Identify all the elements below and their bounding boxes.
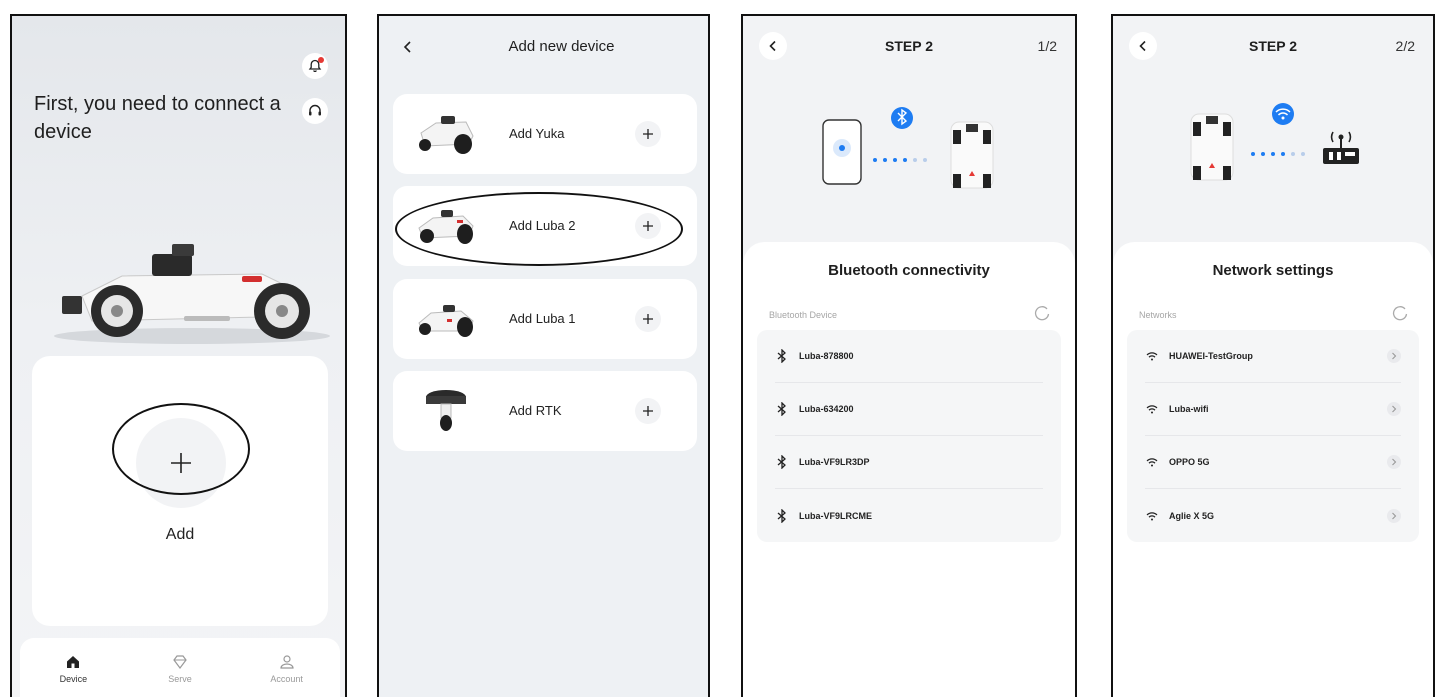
sheet-title: Network settings (1212, 262, 1334, 279)
step-counter: 2/2 (1395, 38, 1415, 54)
device-name: Luba-878800 (799, 351, 854, 361)
device-label: Add RTK (509, 403, 562, 418)
list-item[interactable]: OPPO 5G (1145, 436, 1401, 489)
network-step-screen: STEP 2 2/2 Network settings Networks HUA… (1111, 14, 1435, 697)
luba1-mower-image (418, 305, 474, 337)
bluetooth-pairing-illustration (822, 107, 994, 189)
wifi-icon (1145, 455, 1159, 469)
device-name: Luba-VF9LR3DP (799, 457, 870, 467)
bluetooth-device-list: Luba-878800 Luba-634200 Luba-VF9LR3DP Lu… (757, 330, 1061, 542)
chevron-right-icon (1387, 455, 1401, 469)
add-yuka-button[interactable] (635, 121, 661, 147)
highlight-ring (395, 192, 683, 266)
chevron-right-icon (1387, 508, 1401, 523)
add-rtk-button[interactable] (635, 398, 661, 424)
list-item[interactable]: Aglie X 5G (1145, 489, 1401, 542)
notification-dot (318, 57, 324, 63)
list-item[interactable]: Luba-VF9LR3DP (775, 436, 1043, 489)
page-title: First, you need to connect a device (34, 93, 281, 143)
rtk-station-image (426, 390, 466, 431)
device-option-rtk[interactable]: Add RTK (393, 371, 697, 451)
wifi-icon (1145, 509, 1159, 523)
list-item[interactable]: Luba-634200 (775, 383, 1043, 436)
list-item[interactable]: Luba-VF9LRCME (775, 489, 1043, 542)
add-device-screen: Add new device Add Yuka Add Luba 2 Add L… (377, 14, 710, 697)
bluetooth-icon (775, 508, 789, 523)
step-counter: 1/2 (1037, 38, 1057, 54)
bluetooth-icon (775, 402, 789, 416)
add-device-card: Add (32, 356, 328, 626)
page-title: Add new device (508, 38, 615, 55)
wifi-icon (1145, 349, 1159, 363)
network-name: HUAWEI-TestGroup (1169, 351, 1253, 361)
wifi-icon (1145, 402, 1159, 416)
add-luba1-button[interactable] (635, 306, 661, 332)
chevron-right-icon (1387, 402, 1401, 416)
list-label: Bluetooth Device (769, 310, 838, 320)
tab-device[interactable]: Device (20, 638, 127, 697)
device-option-luba1[interactable]: Add Luba 1 (393, 279, 697, 359)
device-label: Add Luba 1 (509, 311, 576, 326)
add-label: Add (165, 526, 195, 543)
network-name: Aglie X 5G (1169, 510, 1215, 521)
list-item[interactable]: Luba-878800 (775, 330, 1043, 383)
refresh-icon[interactable] (1391, 304, 1409, 322)
plus-icon (643, 314, 653, 324)
person-icon (280, 654, 294, 669)
step-title: STEP 2 (1249, 38, 1297, 54)
sheet-title: Bluetooth connectivity (828, 262, 990, 279)
yuka-mower-image (419, 116, 474, 154)
chevron-right-icon (1387, 349, 1401, 363)
device-name: Luba-VF9LRCME (799, 510, 872, 521)
refresh-icon[interactable] (1033, 304, 1051, 322)
device-name: Luba-634200 (799, 404, 854, 414)
tab-label: Serve (168, 673, 192, 684)
notification-bell-icon[interactable] (302, 53, 328, 79)
bluetooth-icon (775, 455, 789, 469)
list-item[interactable]: HUAWEI-TestGroup (1145, 330, 1401, 383)
plus-icon (643, 129, 653, 139)
wifi-setup-illustration (1190, 103, 1359, 181)
tab-account[interactable]: Account (233, 638, 340, 697)
network-name: OPPO 5G (1169, 457, 1210, 467)
tab-serve[interactable]: Serve (127, 638, 234, 697)
headset-support-icon[interactable] (302, 98, 328, 124)
plus-icon (643, 406, 653, 416)
network-list: HUAWEI-TestGroup Luba-wifi OPPO 5G Aglie… (1127, 330, 1419, 542)
list-item[interactable]: Luba-wifi (1145, 383, 1401, 436)
network-sheet: Network settings Networks HUAWEI-TestGro… (1113, 242, 1433, 697)
list-label: Networks (1139, 310, 1177, 320)
bluetooth-device-sheet: Bluetooth connectivity Bluetooth Device … (743, 242, 1075, 697)
mower-image (54, 244, 330, 344)
bluetooth-step-screen: STEP 2 1/2 Bluetooth connectivity Blueto… (741, 14, 1077, 697)
step-title: STEP 2 (885, 38, 933, 54)
bottom-tab-bar: Device Serve Account (20, 638, 340, 697)
home-screen: First, you need to connect a device Add … (10, 14, 347, 697)
device-label: Add Yuka (509, 126, 565, 141)
highlight-ring (112, 403, 250, 495)
tab-label: Account (270, 673, 303, 684)
home-icon (67, 655, 80, 668)
device-option-yuka[interactable]: Add Yuka (393, 94, 697, 174)
diamond-icon (173, 654, 187, 669)
tab-label: Device (59, 673, 88, 684)
network-name: Luba-wifi (1169, 404, 1209, 414)
bluetooth-icon (775, 349, 789, 363)
